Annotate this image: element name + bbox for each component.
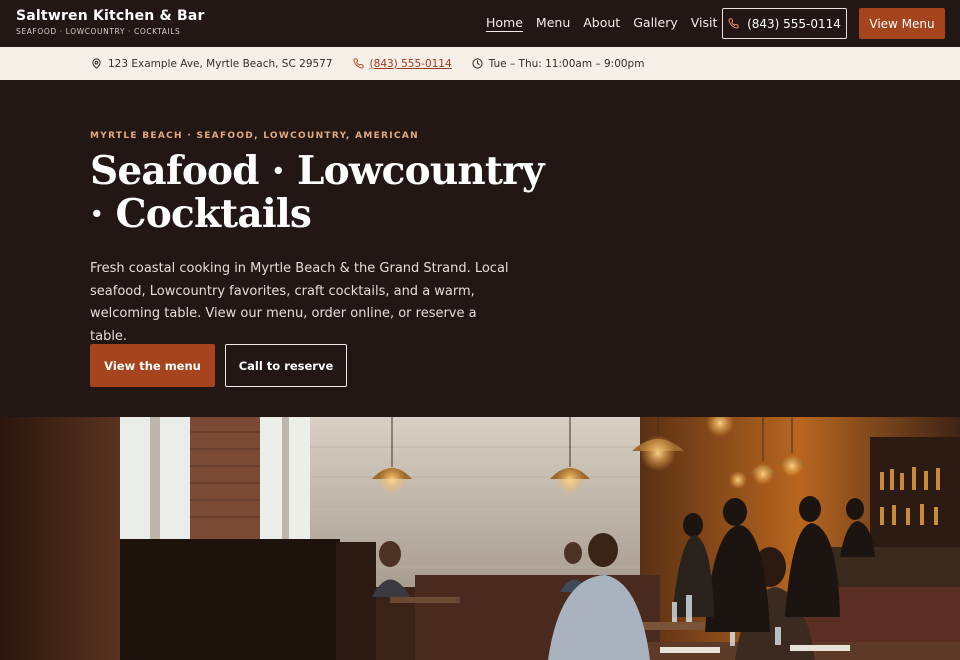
nav-visit[interactable]: Visit	[691, 15, 718, 32]
view-menu-button[interactable]: View Menu	[859, 8, 945, 39]
call-to-reserve-button[interactable]: Call to reserve	[225, 344, 347, 387]
brand-tagline: SEAFOOD · LOWCOUNTRY · COCKTAILS	[16, 27, 181, 36]
restaurant-interior-photo	[0, 417, 960, 660]
address-text: 123 Example Ave, Myrtle Beach, SC 29577	[108, 57, 333, 70]
hero-subtext: Fresh coastal cooking in Myrtle Beach & …	[90, 261, 509, 344]
nav-menu[interactable]: Menu	[536, 15, 570, 32]
nav-gallery[interactable]: Gallery	[633, 15, 678, 32]
clock-icon	[472, 58, 483, 69]
phone-icon	[728, 18, 739, 29]
phone-link[interactable]: (843) 555-0114	[370, 58, 452, 70]
hours-text: Tue – Thu: 11:00am – 9:00pm	[488, 57, 645, 70]
view-the-menu-button[interactable]: View the menu	[90, 344, 215, 387]
brand-name: Saltwren Kitchen & Bar	[16, 8, 205, 24]
hero-eyebrow: MYRTLE BEACH · SEAFOOD, LOWCOUNTRY, AMER…	[90, 131, 419, 141]
nav-about[interactable]: About	[583, 15, 620, 32]
phone-icon	[353, 58, 364, 69]
info-bar: 123 Example Ave, Myrtle Beach, SC 29577 …	[0, 47, 960, 80]
header-phone-label: (843) 555-0114	[747, 16, 841, 31]
hero-headline: Seafood · Lowcountry · Cocktails	[90, 148, 545, 237]
address-item: 123 Example Ave, Myrtle Beach, SC 29577	[91, 58, 333, 70]
brand[interactable]: Saltwren Kitchen & Bar SEAFOOD · LOWCOUN…	[16, 8, 205, 36]
main-nav: Home Menu About Gallery Visit	[486, 15, 717, 32]
hero: MYRTLE BEACH · SEAFOOD, LOWCOUNTRY, AMER…	[0, 80, 960, 417]
site-header: Saltwren Kitchen & Bar SEAFOOD · LOWCOUN…	[0, 0, 960, 47]
map-pin-icon	[92, 58, 101, 69]
hours-item: Tue – Thu: 11:00am – 9:00pm	[472, 57, 645, 70]
phone-item[interactable]: (843) 555-0114	[353, 58, 452, 70]
header-phone-button[interactable]: (843) 555-0114	[722, 8, 847, 39]
nav-home[interactable]: Home	[486, 15, 523, 32]
